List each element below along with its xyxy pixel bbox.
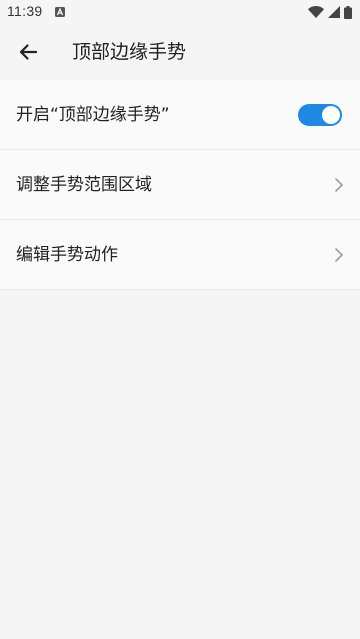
- enable-gesture-toggle[interactable]: [298, 104, 342, 126]
- chevron-right-icon: [335, 248, 343, 262]
- back-button[interactable]: [6, 30, 50, 74]
- notification-a-icon: [55, 7, 65, 17]
- battery-icon: [344, 5, 352, 19]
- status-bar: 11:39: [0, 0, 360, 24]
- adjust-gesture-area-label: 调整手势范围区域: [16, 175, 152, 195]
- toolbar: 顶部边缘手势: [0, 24, 360, 80]
- settings-list: 开启“顶部边缘手势” 调整手势范围区域 编辑手势动作: [0, 80, 360, 290]
- enable-gesture-label: 开启“顶部边缘手势”: [16, 105, 170, 125]
- arrow-left-icon: [19, 44, 38, 60]
- adjust-gesture-area-row[interactable]: 调整手势范围区域: [0, 150, 360, 220]
- enable-gesture-row[interactable]: 开启“顶部边缘手势”: [0, 80, 360, 150]
- status-icons: [308, 5, 352, 19]
- chevron-right-icon: [335, 178, 343, 192]
- wifi-icon: [308, 6, 324, 18]
- status-time: 11:39: [7, 3, 43, 19]
- page-title: 顶部边缘手势: [72, 41, 187, 63]
- signal-icon: [328, 6, 340, 18]
- toggle-knob: [322, 106, 340, 124]
- edit-gesture-action-label: 编辑手势动作: [16, 245, 118, 265]
- edit-gesture-action-row[interactable]: 编辑手势动作: [0, 220, 360, 290]
